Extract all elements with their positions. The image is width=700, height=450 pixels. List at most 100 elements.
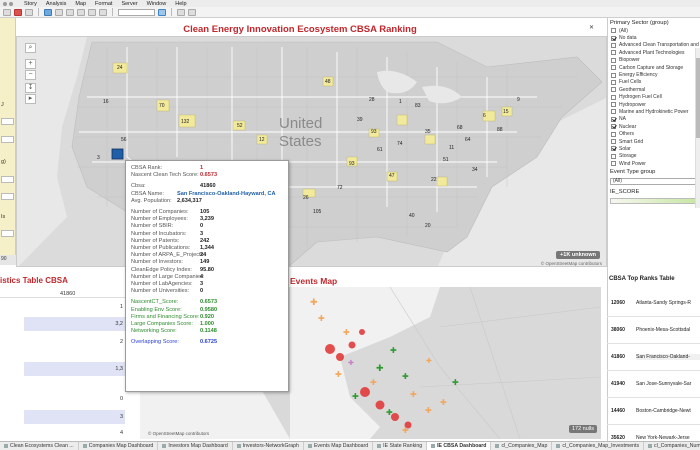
tab-cl-companies-map[interactable]: cl_Companies_Map (491, 442, 553, 450)
checkbox[interactable] (611, 161, 616, 167)
menu-item[interactable]: Format (95, 1, 112, 7)
checkbox[interactable] (611, 65, 616, 71)
swap-button[interactable] (44, 8, 52, 16)
menu-item[interactable]: Story (24, 1, 37, 7)
sector-option[interactable]: No data (608, 34, 700, 41)
highlight-button[interactable] (177, 8, 185, 16)
dashboard-icon (236, 444, 241, 448)
sector-option[interactable]: Biopower (608, 57, 700, 64)
table-row[interactable]: 41940 San Jose-Sunnyvale-Sar (607, 371, 700, 398)
checkbox[interactable] (611, 57, 616, 63)
checkbox[interactable] (611, 124, 616, 130)
sector-option[interactable]: Carbon Capture and Storage (608, 64, 700, 71)
sector-option[interactable]: Storage (608, 153, 700, 160)
checkbox[interactable] (611, 42, 616, 48)
new-sheet-button[interactable] (14, 8, 22, 16)
sector-option[interactable]: Hydropower (608, 101, 700, 108)
filter-input[interactable] (1, 193, 14, 200)
filter-input[interactable] (1, 118, 14, 125)
checkbox[interactable] (611, 102, 616, 108)
sort-asc-button[interactable] (55, 8, 63, 16)
tab-cl-companies-investments[interactable]: cl_Companies_Map_Investments (552, 442, 645, 450)
sector-option[interactable]: Energy Efficiency (608, 71, 700, 78)
table-row[interactable]: 38060 Phoenix-Mesa-Scottsdal (607, 317, 700, 344)
fit-selector[interactable] (118, 8, 155, 16)
fix-axes-button[interactable] (99, 8, 107, 16)
sector-filter-list: (All) No data Advanced Clean Transportat… (608, 27, 700, 167)
tab-companies-map[interactable]: Companies Map Dashboard (79, 442, 159, 450)
sector-option[interactable]: Advanced Plant Technologies (608, 49, 700, 56)
checkbox[interactable] (611, 28, 616, 34)
checkbox[interactable] (611, 153, 616, 159)
menu-item[interactable]: Analysis (46, 1, 66, 7)
unknown-badge[interactable]: +1K unknown (556, 251, 600, 259)
labels-button[interactable] (88, 8, 96, 16)
sector-option[interactable]: (All) (608, 27, 700, 34)
sector-option[interactable]: Others (608, 130, 700, 137)
menu-item[interactable]: Map (75, 1, 86, 7)
tab-ie-cbsa-dashboard[interactable]: IE CBSA Dashboard (427, 442, 492, 450)
rank-label: 1 (399, 99, 402, 105)
checkbox[interactable] (611, 35, 616, 41)
sector-scrollbar[interactable] (695, 48, 700, 208)
table-row[interactable]: 41860 San Francisco-Oakland- (607, 344, 700, 371)
filter-input[interactable] (1, 136, 14, 143)
rank-label: 74 (397, 141, 403, 147)
menu-item[interactable]: Help (175, 1, 186, 7)
table-row[interactable]: 14460 Boston-Cambridge-Newt (607, 398, 700, 425)
checkbox[interactable] (611, 146, 616, 152)
tab-clean-ecosystems[interactable]: Clean Ecosystems Clean ... (0, 442, 79, 450)
toolbar-divider (171, 8, 172, 16)
checkbox[interactable] (611, 139, 616, 145)
checkbox[interactable] (611, 109, 616, 115)
sector-option[interactable]: Hydrogen Fuel Cell (608, 94, 700, 101)
pin-button[interactable] (158, 8, 166, 16)
table-row[interactable]: 12060 Atlanta-Sandy Springs-R (607, 290, 700, 317)
checkbox[interactable] (611, 94, 616, 100)
tab-cl-companies-number[interactable]: cl_Companies_Number (644, 442, 700, 450)
cbsa-map[interactable]: ⌕ + − ↧ ▸ United States 24 16 70 132 52 … (16, 36, 607, 267)
event-type-select[interactable]: (All) (610, 178, 698, 186)
checkbox[interactable] (611, 79, 616, 85)
filter-input[interactable] (1, 230, 14, 237)
sector-option[interactable]: Fuel Cells (608, 79, 700, 86)
sector-option[interactable]: Marine and Hydrokinetic Power (608, 108, 700, 115)
tab-investors-network[interactable]: Investors-NetworkGraph (233, 442, 304, 450)
duplicate-button[interactable] (25, 8, 33, 16)
toolbar-divider (112, 8, 113, 16)
presentation-button[interactable] (188, 8, 196, 16)
sector-option[interactable]: Advanced Clean Transportation and (608, 42, 700, 49)
menu-item[interactable]: Server (121, 1, 137, 7)
filter-input[interactable] (1, 176, 14, 183)
sector-option[interactable]: Wind Power (608, 160, 700, 167)
sector-option[interactable]: NA (608, 116, 700, 123)
zoom-out-button[interactable]: − (25, 70, 36, 80)
sector-option[interactable]: Smart Grid (608, 138, 700, 145)
sector-option[interactable]: Nuclear (608, 123, 700, 130)
sector-option[interactable]: Solar (608, 145, 700, 152)
sector-option[interactable]: Geothermal (608, 86, 700, 93)
checkbox[interactable] (611, 72, 616, 78)
close-icon[interactable]: ✕ (589, 24, 594, 31)
tab-investors-map[interactable]: Investors Map Dashboard (158, 442, 233, 450)
checkbox[interactable] (611, 131, 616, 137)
pin-icon[interactable]: ↧ (25, 83, 36, 93)
tooltip-key: Overlapping Score: (131, 339, 179, 346)
checkbox[interactable] (611, 50, 616, 56)
search-icon[interactable]: ⌕ (25, 43, 36, 53)
zoom-in-button[interactable]: + (25, 59, 36, 69)
pan-icon[interactable]: ▸ (25, 94, 36, 104)
rank-label: 64 (465, 137, 471, 143)
group-button[interactable] (77, 8, 85, 16)
menu-item[interactable]: Window (147, 1, 167, 7)
sort-desc-button[interactable] (66, 8, 74, 16)
tab-ie-state-ranking[interactable]: IE State Ranking (373, 442, 428, 450)
tab-events-map[interactable]: Events Map Dashboard (304, 442, 374, 450)
selected-cbsa-marker[interactable] (111, 148, 124, 160)
checkbox[interactable] (611, 87, 616, 93)
checkbox[interactable] (611, 116, 616, 122)
undo-button[interactable] (3, 8, 11, 16)
stats-row: 0 (119, 396, 123, 402)
stats-title: istics Table CBSA (0, 276, 68, 285)
nulls-badge[interactable]: 172 nulls (568, 425, 597, 433)
